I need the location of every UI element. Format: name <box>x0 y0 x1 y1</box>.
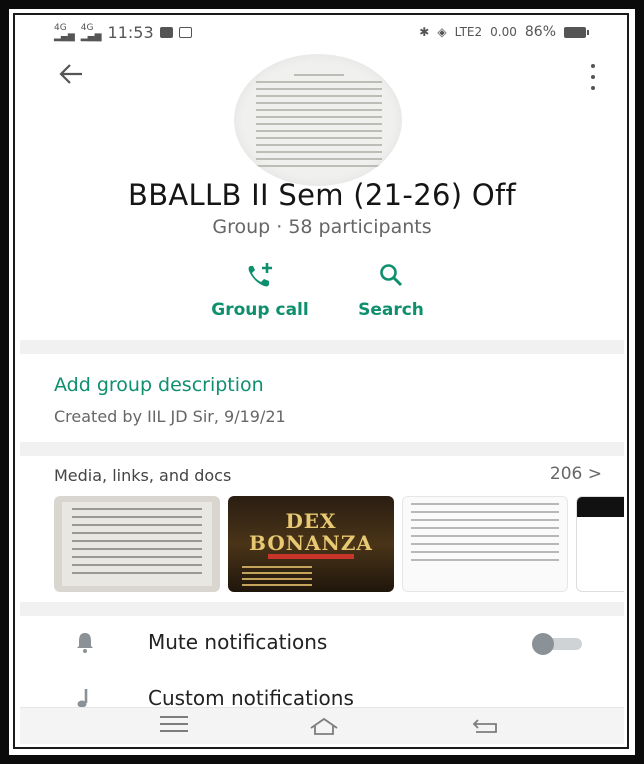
signal-2-icon: 4G ▂▄▆ <box>80 22 102 42</box>
bell-icon <box>74 630 96 654</box>
media-header[interactable]: Media, links, and docs <box>54 466 231 485</box>
media-thumbnails: DEX BONANZA <box>54 496 624 592</box>
battery-percent: 86% <box>524 24 556 40</box>
mute-notifications-label: Mute notifications <box>148 630 328 654</box>
media-thumb-document-photo[interactable] <box>54 496 220 592</box>
facebook-icon <box>159 27 173 38</box>
media-thumb-document[interactable] <box>576 496 624 592</box>
bluetooth-icon: ✱ <box>419 25 430 39</box>
media-thumb-poster[interactable]: DEX BONANZA <box>228 496 394 592</box>
add-group-description-link[interactable]: Add group description <box>54 374 264 396</box>
phone-screen: 4G ▂▄▆ 4G ▂▄▆ 11:53 ✱ ◈ LTE2 0.00 86% BB… <box>20 18 624 744</box>
back-arrow-icon[interactable] <box>58 62 88 92</box>
home-icon[interactable] <box>308 716 340 736</box>
mute-toggle[interactable] <box>532 633 582 655</box>
system-navigation-bar <box>20 707 624 744</box>
group-call-label: Group call <box>211 300 309 320</box>
media-thumb-spreadsheet[interactable] <box>402 496 568 592</box>
section-divider <box>20 340 624 354</box>
vibrate-icon: ◈ <box>437 25 447 39</box>
network-label: LTE2 <box>454 25 483 39</box>
status-bar: 4G ▂▄▆ 4G ▂▄▆ 11:53 ✱ ◈ LTE2 0.00 86% <box>20 18 624 48</box>
group-call-button[interactable]: Group call <box>195 260 325 320</box>
back-nav-icon[interactable] <box>472 716 500 736</box>
section-divider <box>20 442 624 456</box>
created-by-text: Created by IIL JD Sir, 9/19/21 <box>54 407 286 426</box>
search-button[interactable]: Search <box>326 260 456 320</box>
media-count[interactable]: 206 > <box>550 464 602 484</box>
status-time: 11:53 <box>107 23 154 42</box>
avatar-document-image <box>256 74 382 172</box>
search-label: Search <box>358 300 424 320</box>
signal-1-icon: 4G ▂▄▆ <box>54 22 75 42</box>
more-options-icon[interactable] <box>586 64 600 90</box>
group-participants: Group · 58 participants <box>212 216 432 238</box>
battery-icon <box>564 26 589 38</box>
group-avatar[interactable] <box>234 54 402 186</box>
phone-add-icon <box>195 260 325 290</box>
mute-notifications-row[interactable]: Mute notifications <box>20 618 624 668</box>
data-speed: 0.00 <box>490 25 517 39</box>
search-icon <box>326 260 456 290</box>
recent-apps-icon[interactable] <box>160 716 188 736</box>
group-title: BBALLB II Sem (21-26) Off <box>128 178 516 212</box>
gallery-icon <box>178 27 192 38</box>
poster-title: DEX BONANZA <box>249 509 373 555</box>
section-divider <box>20 602 624 616</box>
